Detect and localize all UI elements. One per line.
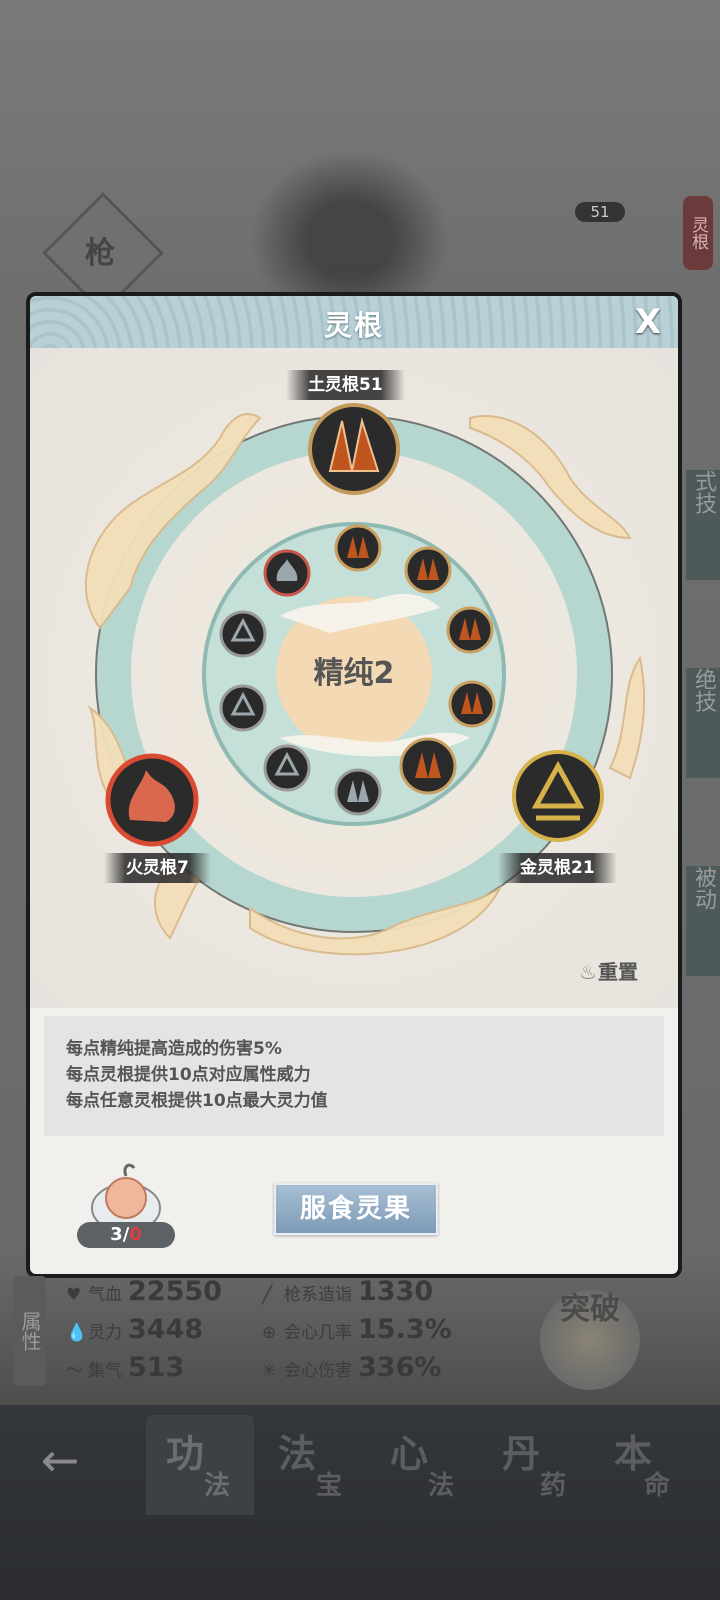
spear-icon: ╱ (262, 1285, 273, 1305)
stats-tag[interactable]: 属性 (14, 1276, 46, 1386)
nav-tab-benming[interactable]: 本命 (594, 1415, 694, 1515)
info-box: 每点精纯提高造成的伤害5% 每点灵根提供10点对应属性威力 每点任意灵根提供10… (44, 1016, 664, 1136)
stat-crit-dmg: ✳ 会心伤害 336% (262, 1352, 442, 1383)
hero-figure (250, 150, 450, 300)
nav-tab-xinfa[interactable]: 心法 (370, 1415, 478, 1515)
stat-qi: ～集气 513 (66, 1352, 185, 1383)
purity-value: 精纯2 (313, 656, 395, 691)
modal-title: 灵根 (323, 309, 384, 342)
slot-earth-icon (334, 524, 382, 572)
side-tab-skill[interactable]: 式技 (686, 470, 720, 580)
lingen-tag[interactable]: 灵根 (683, 196, 713, 270)
weapon-label: 枪 (85, 236, 115, 271)
stat-mp: 💧灵力 3448 (66, 1314, 204, 1345)
burst-icon: ✳ (262, 1361, 277, 1381)
eat-fruit-button[interactable]: 服食灵果 (274, 1183, 438, 1235)
side-tab-ultimate[interactable]: 绝技 (686, 668, 720, 778)
stat-hp: ♥ 气血 22550 (66, 1276, 222, 1307)
stat-crit-rate: ⊕ 会心几率 15.3% (262, 1314, 452, 1345)
info-line: 每点灵根提供10点对应属性威力 (66, 1065, 311, 1085)
heart-icon: ♥ (66, 1285, 82, 1305)
metal-root-icon (512, 750, 604, 842)
fire-root-label: 火灵根7 (104, 853, 211, 883)
earth-root-icon (308, 403, 400, 495)
reset-button[interactable]: ♨重置 (578, 956, 638, 985)
reset-icon: ♨ (579, 960, 597, 984)
info-line: 每点任意灵根提供10点最大灵力值 (66, 1091, 328, 1111)
info-line: 每点精纯提高造成的伤害5% (66, 1039, 282, 1059)
crit-icon: ⊕ (262, 1323, 277, 1343)
nav-tab-gongfa[interactable]: 功法 (146, 1415, 254, 1515)
slot-earth-icon (404, 546, 452, 594)
swirl-icon: ～ (66, 1361, 83, 1381)
fire-root-icon (105, 753, 199, 847)
bottom-nav: ← 功法 法宝 心法 丹药 本命 (0, 1405, 720, 1600)
reset-label: 重置 (598, 960, 638, 984)
slot-earth-icon (446, 606, 494, 654)
earth-root-label: 土灵根51 (286, 370, 405, 400)
metal-root-label: 金灵根21 (498, 853, 617, 883)
level-badge: 51 (575, 202, 625, 222)
back-arrow-icon[interactable]: ← (30, 1430, 90, 1490)
fruit-count: 3/0 (77, 1222, 175, 1248)
slot-earth-icon (399, 737, 457, 795)
slot-water-icon (219, 610, 267, 658)
slot-water-icon (219, 684, 267, 732)
nav-tab-fabao[interactable]: 法宝 (258, 1415, 366, 1515)
drop-icon: 💧 (66, 1323, 88, 1343)
lingen-modal: 灵根 X 土灵根51 火灵根7 金灵根21 精纯2 ♨重置 每点精纯提高造成的伤… (26, 292, 682, 1278)
modal-header: 灵根 X (30, 296, 678, 348)
slot-water-icon (334, 768, 382, 816)
stat-spear: ╱ 枪系造诣 1330 (262, 1276, 434, 1307)
side-tab-passive[interactable]: 被动 (686, 866, 720, 976)
slot-water-icon (263, 744, 311, 792)
close-button[interactable]: X (628, 302, 668, 342)
root-diagram: 土灵根51 火灵根7 金灵根21 精纯2 (30, 348, 678, 1008)
slot-fire-icon (263, 549, 311, 597)
nav-tab-danyao[interactable]: 丹药 (482, 1415, 590, 1515)
breakthrough-button[interactable]: 突破 (540, 1290, 640, 1390)
slot-earth-icon (448, 680, 496, 728)
